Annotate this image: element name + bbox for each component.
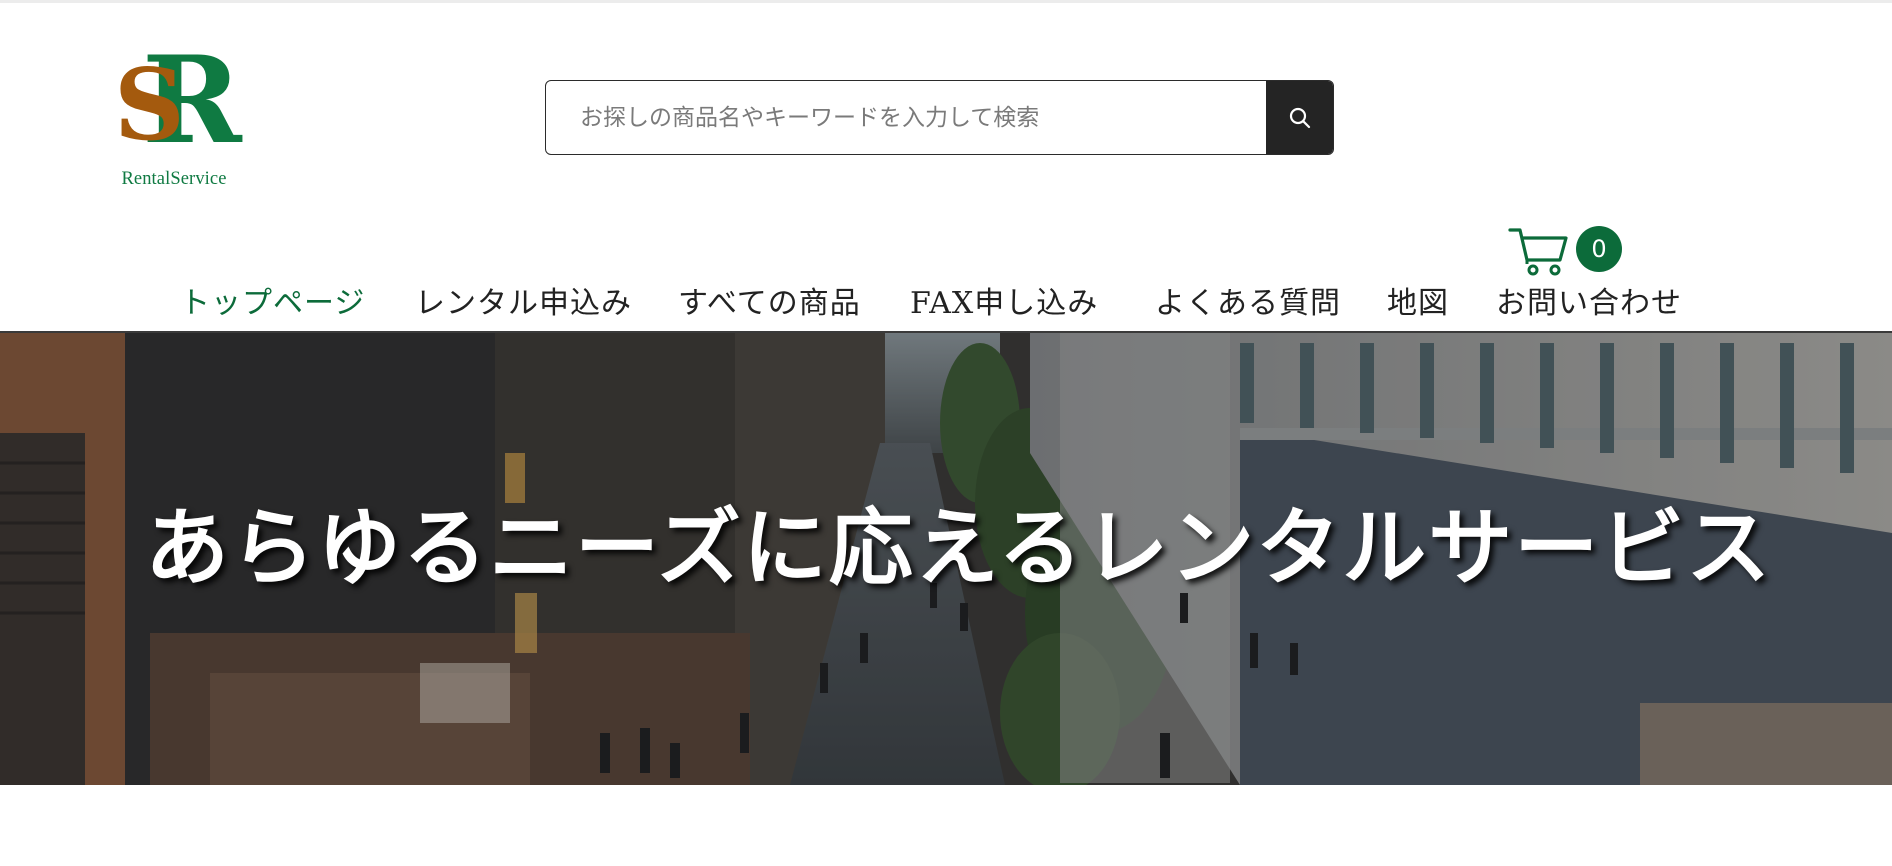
- search-icon: [1289, 107, 1310, 128]
- search-form: [545, 80, 1334, 155]
- nav-item-faq[interactable]: よくある質問: [1155, 278, 1341, 322]
- nav-item-contact[interactable]: お問い合わせ: [1496, 278, 1682, 322]
- hero-headline: あらゆるニーズに応えるレンタルサービス: [145, 498, 1773, 597]
- cart-icon: [1508, 228, 1568, 276]
- nav-item-all-products[interactable]: すべての商品: [678, 278, 861, 322]
- nav-item-top-page[interactable]: トップページ: [180, 278, 365, 322]
- logo-monogram: R S: [112, 41, 242, 173]
- logo-letter-s: S: [114, 48, 185, 163]
- search-input[interactable]: [546, 81, 1266, 154]
- main-nav: トップページ レンタル申込み すべての商品 FAX申し込み よくある質問 地図 …: [0, 270, 1892, 330]
- site-logo[interactable]: R S RentalService: [112, 41, 242, 195]
- cart-count-badge: 0: [1576, 226, 1622, 272]
- site-header: R S RentalService 0 トップページ レンタル申込み すべての商…: [0, 0, 1892, 333]
- cart-button[interactable]: 0: [1508, 224, 1623, 276]
- nav-item-fax-application[interactable]: FAX申し込み: [910, 278, 1098, 322]
- logo-tagline-service: Service: [170, 169, 227, 189]
- top-border: [0, 0, 1892, 3]
- logo-tagline-rental: Rental: [121, 169, 171, 189]
- nav-item-map[interactable]: 地図: [1387, 278, 1449, 322]
- search-button[interactable]: [1266, 81, 1333, 154]
- logo-tagline: RentalService: [112, 169, 236, 190]
- hero-banner: あらゆるニーズに応えるレンタルサービス: [0, 333, 1892, 785]
- nav-item-rental-application[interactable]: レンタル申込み: [415, 278, 632, 322]
